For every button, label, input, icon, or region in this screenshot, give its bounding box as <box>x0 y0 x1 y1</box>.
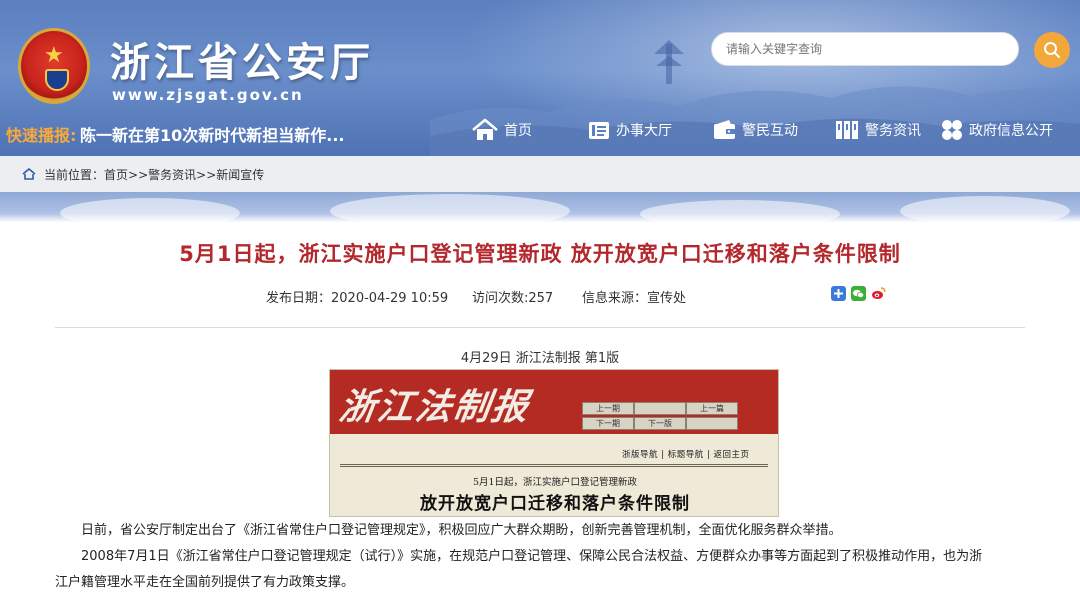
newspaper-rule <box>340 466 768 467</box>
plus-icon <box>834 289 843 298</box>
newspaper-masthead: 浙江法制报 上一期 上一篇 下一期 下一版 <box>330 370 778 434</box>
nav-home[interactable]: 首页 <box>472 116 532 144</box>
newspaper-rule <box>340 464 768 465</box>
grid-icon <box>942 120 962 140</box>
nav-police-news-label: 警务资讯 <box>865 123 921 139</box>
article-paragraph: 日前，省公安厅制定出台了《浙江省常住户口登记管理规定》，积极回应广大群众期盼，创… <box>81 523 842 538</box>
view-count: 访问次数:257 <box>472 291 554 306</box>
newspaper-nav-cell <box>686 417 738 430</box>
breadcrumb-prefix: 当前位置： <box>44 167 105 182</box>
nav-gov-info[interactable]: 政府信息公开 <box>941 116 1053 144</box>
breadcrumb-news-link[interactable]: 警务资讯>> <box>148 166 216 183</box>
publish-date: 发布日期：2020-04-29 10:59 <box>266 291 449 306</box>
newspaper-nav-cell: 上一期 <box>582 402 634 415</box>
nav-home-label: 首页 <box>504 123 532 139</box>
search-box <box>711 32 1019 66</box>
newspaper-nav-cell: 下一版 <box>634 417 686 430</box>
newspaper-image: 浙江法制报 上一期 上一篇 下一期 下一版 浙版导航 | 标题导航 | 返回主页… <box>329 369 779 517</box>
search-button[interactable] <box>1034 32 1070 68</box>
newspaper-nav-grid: 上一期 上一篇 下一期 下一版 <box>582 402 738 432</box>
ticker-label: 快速播报: <box>6 126 77 145</box>
divider <box>55 327 1025 328</box>
nav-police-interaction[interactable]: 警民互动 <box>713 116 798 144</box>
site-url: www.zjsgat.gov.cn <box>112 86 304 104</box>
nav-gov-info-label: 政府信息公开 <box>969 123 1053 139</box>
weibo-share-button[interactable] <box>871 286 886 301</box>
share-plus-button[interactable] <box>831 286 846 301</box>
newspaper-subnav: 浙版导航 | 标题导航 | 返回主页 <box>622 450 750 460</box>
nav-service-hall[interactable]: 办事大厅 <box>588 116 672 144</box>
image-caption: 4月29日 浙江法制报 第1版 <box>460 351 620 366</box>
newspaper-nav-cell <box>634 402 686 415</box>
site-header: ★ 浙江省公安厅 www.zjsgat.gov.cn 快速播报: 陈一新在第10… <box>0 0 1080 156</box>
columns-icon <box>836 121 858 139</box>
nav-police-news[interactable]: 警务资讯 <box>835 116 921 144</box>
breadcrumb-current[interactable]: 新闻宣传 <box>216 166 264 183</box>
breadcrumb-home-link[interactable]: 首页>> <box>104 166 148 183</box>
home-icon <box>22 168 36 180</box>
newspaper-nav-cell: 上一篇 <box>686 402 738 415</box>
article-title: 5月1日起，浙江实施户口登记管理新政 放开放宽户口迁移和落户条件限制 <box>179 242 901 266</box>
newspaper-kicker: 5月1日起，浙江实施户口登记管理新政 <box>472 477 638 488</box>
wechat-share-button[interactable] <box>851 286 866 301</box>
ticker-headline-link[interactable]: 陈一新在第10次新时代新担当新作... <box>80 122 345 146</box>
home-icon <box>472 118 498 140</box>
banner-strip-decoration <box>0 192 1080 222</box>
weibo-icon <box>872 287 886 299</box>
info-source: 信息来源：宣传处 <box>582 291 687 306</box>
newspaper-nav-cell: 下一期 <box>582 417 634 430</box>
police-emblem-logo: ★ <box>18 28 90 104</box>
nav-service-hall-label: 办事大厅 <box>616 123 672 139</box>
newspaper-masthead-text: 浙江法制报 <box>336 386 533 428</box>
article-paragraph: 江户籍管理水平走在全国前列提供了有力政策支撑。 <box>55 575 355 590</box>
book-icon <box>589 122 609 139</box>
wechat-icon <box>853 289 865 298</box>
shield-icon <box>45 69 69 91</box>
wallet-icon <box>714 120 735 139</box>
search-input[interactable] <box>726 33 1006 65</box>
site-title[interactable]: 浙江省公安厅 <box>110 30 374 88</box>
star-icon: ★ <box>44 43 64 68</box>
breadcrumb: 当前位置： 首页>> 警务资讯>> 新闻宣传 <box>0 156 1080 192</box>
article-paragraph: 2008年7月1日《浙江省常住户口登记管理规定（试行）》实施，在规范户口登记管理… <box>81 549 983 564</box>
search-icon <box>1044 42 1060 58</box>
newspaper-headline: 放开放宽户口迁移和落户条件限制 <box>420 494 690 514</box>
nav-police-interaction-label: 警民互动 <box>742 123 798 139</box>
